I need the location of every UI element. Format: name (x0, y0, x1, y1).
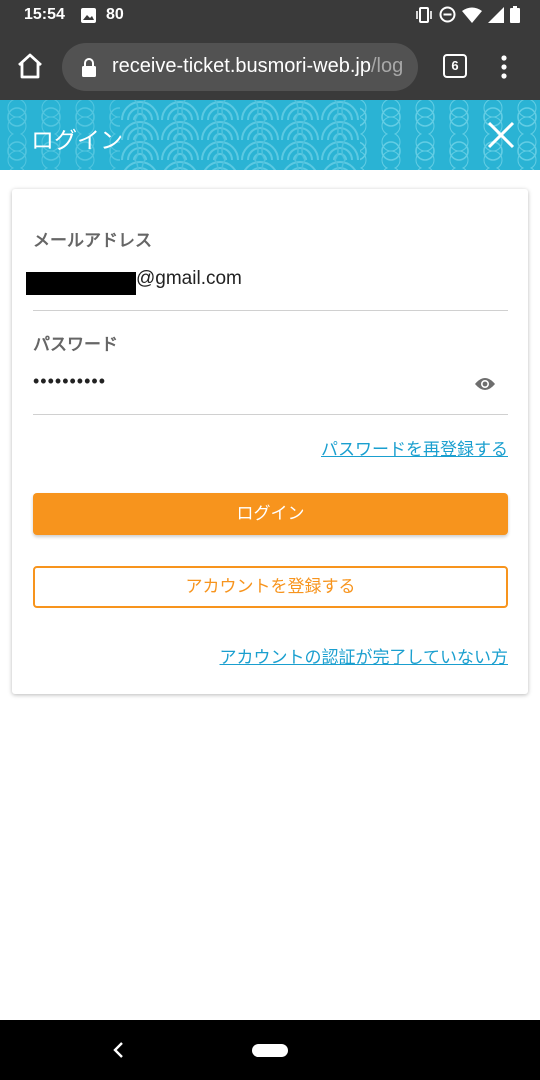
unverified-account-link[interactable]: アカウントの認証が完了していない方 (220, 643, 509, 668)
battery-level: 80 (106, 6, 124, 23)
system-nav-bar (0, 1020, 540, 1080)
reset-password-link[interactable]: パスワードを再登録する (321, 435, 508, 460)
url-path: /log (370, 55, 404, 77)
address-bar[interactable]: receive-ticket.busmori-web.jp/log (62, 43, 418, 91)
tab-switcher-button[interactable]: 6 (443, 54, 467, 78)
email-field[interactable]: @gmail.com (136, 268, 242, 290)
password-field[interactable]: •••••••••• (33, 371, 106, 392)
login-card: メールアドレス @gmail.com パスワード •••••••••• パスワー… (12, 189, 528, 694)
back-icon[interactable] (112, 1041, 126, 1059)
browser-toolbar: receive-ticket.busmori-web.jp/log 6 (0, 32, 540, 100)
login-button[interactable]: ログイン (33, 493, 508, 535)
register-account-button[interactable]: アカウントを登録する (33, 566, 508, 608)
signal-icon (488, 6, 504, 23)
home-icon[interactable] (15, 51, 45, 81)
home-pill-button[interactable] (252, 1044, 288, 1057)
password-label: パスワード (33, 335, 118, 355)
page-header: ログイン (0, 100, 540, 170)
close-icon[interactable] (486, 120, 516, 150)
gallery-icon (81, 8, 96, 23)
status-bar: 15:54 80 (0, 0, 540, 32)
password-underline (33, 414, 508, 415)
status-time: 15:54 (24, 6, 65, 23)
page-title: ログイン (31, 128, 123, 154)
url-domain: receive-ticket.busmori-web.jp (112, 55, 371, 77)
eye-icon[interactable] (474, 376, 496, 392)
dnd-icon (439, 6, 456, 23)
email-redaction (26, 272, 136, 295)
overflow-menu-icon[interactable] (496, 54, 512, 80)
url-text: receive-ticket.busmori-web.jp/log (112, 55, 403, 78)
email-label: メールアドレス (33, 231, 152, 251)
vibrate-icon (416, 6, 432, 23)
lock-icon (82, 58, 96, 77)
battery-icon (510, 6, 520, 23)
wifi-icon (462, 7, 482, 23)
email-underline (33, 310, 508, 311)
